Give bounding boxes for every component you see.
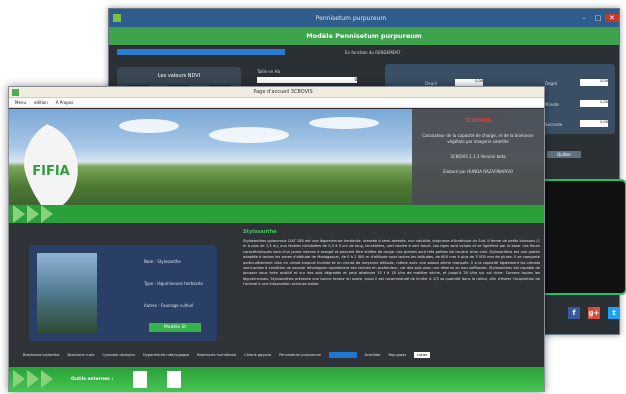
close-icon[interactable]: ✕ — [605, 14, 619, 22]
app-description: Calculateur de la capacité de charge, et… — [422, 133, 534, 144]
coord-label: Seconde — [545, 122, 563, 127]
taille-input[interactable]: 0 — [257, 77, 357, 83]
app-author: Elaboré par HUNDA RAZAFINARIVO — [442, 169, 514, 174]
model-header: Modèle Pennisetum purpureum — [109, 27, 619, 45]
model-button[interactable]: Modèle St — [149, 323, 201, 332]
green-strip — [9, 205, 544, 223]
footer-toolbar: Outils externes : — [9, 367, 544, 391]
plant-card: Nom : Stylosanthe Type : légumineuse her… — [29, 245, 217, 341]
window-controls: – □ ✕ — [577, 14, 619, 22]
ndvi-title: Les valeurs NDVI — [157, 73, 201, 79]
description-title: Stylosanthe — [243, 229, 277, 235]
coord-field[interactable]: 0,00 — [580, 120, 608, 127]
tab-ray-grass[interactable]: Ray-grass — [388, 353, 406, 357]
chevron-right-icon — [13, 205, 25, 223]
external-tools-label: Outils externes : — [71, 377, 114, 382]
coord-label: Degré — [545, 81, 558, 86]
social-links: f g+ t — [568, 307, 620, 319]
menu-item[interactable]: À Propos — [56, 100, 73, 105]
chevron-right-icon — [27, 370, 39, 388]
menu-bar: Menu edition À Propos — [9, 98, 544, 108]
title-bar: Pennisetum purpureum – □ ✕ — [109, 9, 619, 27]
twitter-icon[interactable]: t — [608, 307, 620, 319]
progress-bar — [117, 49, 285, 55]
window-title: Pennisetum purpureum — [315, 14, 387, 22]
coord-field[interactable]: 0,00 — [455, 79, 483, 86]
tab-stylosanthe[interactable]: Stylosanthe — [329, 352, 357, 358]
menu-item[interactable]: Menu — [15, 100, 26, 105]
coord-field[interactable]: 0,00 — [580, 79, 608, 86]
app-icon — [12, 88, 19, 96]
tab-bracharia-ruziz[interactable]: Bracharia ruziz — [67, 353, 94, 357]
tab-chloris-gayana[interactable]: Chloris gayana — [244, 353, 271, 357]
plant-tabs: Brachiaria brizantha Bracharia ruziz Cyn… — [23, 352, 431, 358]
calculator-icon[interactable] — [167, 371, 181, 388]
facebook-icon[interactable]: f — [568, 307, 580, 319]
plant-photo — [37, 253, 97, 333]
chevron-right-icon — [41, 370, 53, 388]
plant-description: Stylosanthes guianensis CIAT 184 est une… — [243, 239, 540, 287]
app-name: 3CBOVIS — [464, 118, 492, 124]
logo-text: FIFIA — [32, 164, 70, 179]
about-panel: 3CBOVIS Calculateur de la capacité de ch… — [412, 109, 544, 211]
app-version: 3CBOVIS 1.1.3 Version beta — [450, 154, 506, 159]
app-icon — [113, 14, 121, 22]
taille-label: Taille en Ha — [257, 69, 281, 74]
menu-item[interactable]: edition — [34, 100, 48, 105]
plant-other: Autres : Fourrage cultivé — [144, 303, 194, 308]
title-bar: Page d'accueil 3CBOVIS — [9, 87, 544, 98]
coord-label: Minute — [545, 102, 559, 107]
minimize-icon[interactable]: – — [577, 14, 591, 22]
fifia-logo: FIFIA — [24, 124, 78, 214]
maximize-icon[interactable]: □ — [591, 14, 605, 22]
google-plus-icon[interactable]: g+ — [588, 307, 600, 319]
chevron-right-icon — [27, 205, 39, 223]
plant-name: Nom : Stylosanthe — [144, 259, 181, 264]
tab-arachide[interactable]: Arachide — [365, 353, 381, 357]
chevron-right-icon — [13, 370, 25, 388]
map-display — [537, 179, 626, 295]
tab-brachiaria-humidicola[interactable]: Brachiaria humidicola — [197, 353, 236, 357]
document-icon[interactable] — [133, 371, 147, 388]
chevron-right-icon — [41, 205, 53, 223]
quit-button[interactable]: Quitter — [547, 151, 581, 158]
tab-hyparrhenia[interactable]: Hyparrhenia rufa/rugogsa — [143, 353, 189, 357]
front-window: Page d'accueil 3CBOVIS Menu edition À Pr… — [8, 86, 545, 392]
tab-pennisetum[interactable]: Pennisetum purpureum — [279, 353, 321, 357]
window-title: Page d'accueil 3CBOVIS — [253, 89, 313, 95]
tab-brachiaria-brizantha[interactable]: Brachiaria brizantha — [23, 353, 59, 357]
plant-type: Type : légumineuse herbacée — [144, 281, 203, 286]
coord-field[interactable]: 0,00 — [580, 100, 608, 107]
tab-cynodon-dactylon[interactable]: Cynodon dactylon — [102, 353, 134, 357]
tab-lotier[interactable]: Lotier — [414, 352, 431, 358]
mode-subtitle: En fonction du RENDEMENT — [345, 50, 401, 55]
